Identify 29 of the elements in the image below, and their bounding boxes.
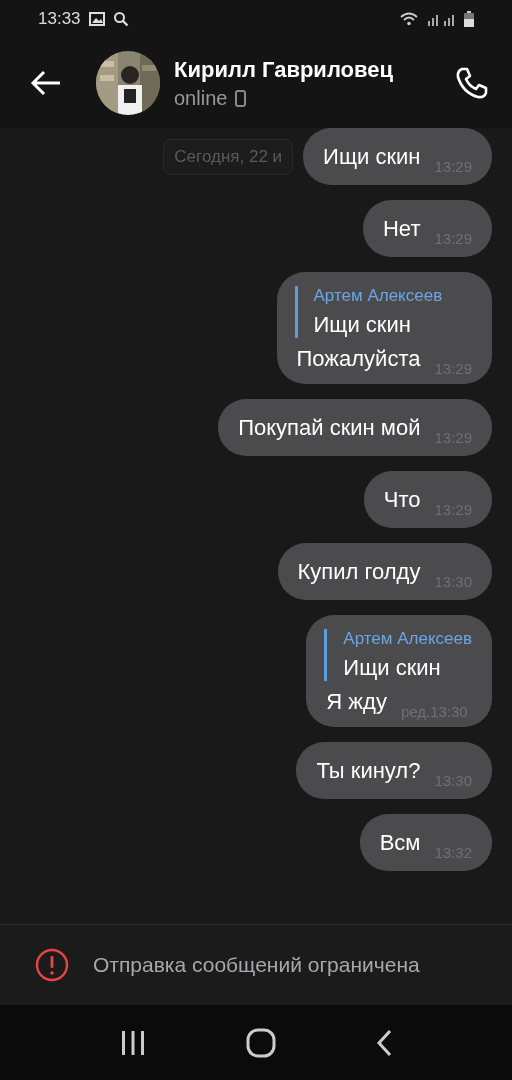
quote-text: Ищи скин xyxy=(313,312,412,338)
search-icon xyxy=(112,11,129,27)
message-text: Нет xyxy=(383,215,421,242)
quote-author: Артем Алексеев xyxy=(343,629,472,649)
signal-icon xyxy=(426,12,456,26)
wifi-icon xyxy=(400,12,418,26)
message-text: Ищи скин xyxy=(323,143,421,170)
date-chip: Сегодня, 22 и xyxy=(163,138,294,175)
message-text: Купил голду xyxy=(297,558,421,585)
image-icon xyxy=(88,12,105,26)
back-icon[interactable] xyxy=(30,70,62,96)
message-text: Всм xyxy=(379,829,421,856)
quote-text: Ищи скин xyxy=(343,655,442,681)
home-icon[interactable] xyxy=(246,1027,276,1058)
warning-icon xyxy=(35,948,69,982)
message-text: Ты кинул? xyxy=(316,757,421,784)
notice-text: Отправка сообщений ограничена xyxy=(93,953,420,977)
battery-icon xyxy=(464,11,474,27)
online-status: online xyxy=(174,86,228,110)
quote-author: Артем Алексеев xyxy=(313,286,444,306)
clock: 13:33 xyxy=(38,9,81,29)
phone-device-icon xyxy=(235,89,247,107)
message-text: Пожалуйста xyxy=(296,346,421,372)
contact-name: Кирилл Гавриловец xyxy=(174,56,394,83)
message-text: Я жду xyxy=(326,689,387,715)
call-icon[interactable] xyxy=(454,65,490,101)
message-text: Покупай скин мой xyxy=(238,414,421,441)
back-nav-icon[interactable] xyxy=(374,1028,393,1057)
message-text: Что xyxy=(383,486,421,513)
